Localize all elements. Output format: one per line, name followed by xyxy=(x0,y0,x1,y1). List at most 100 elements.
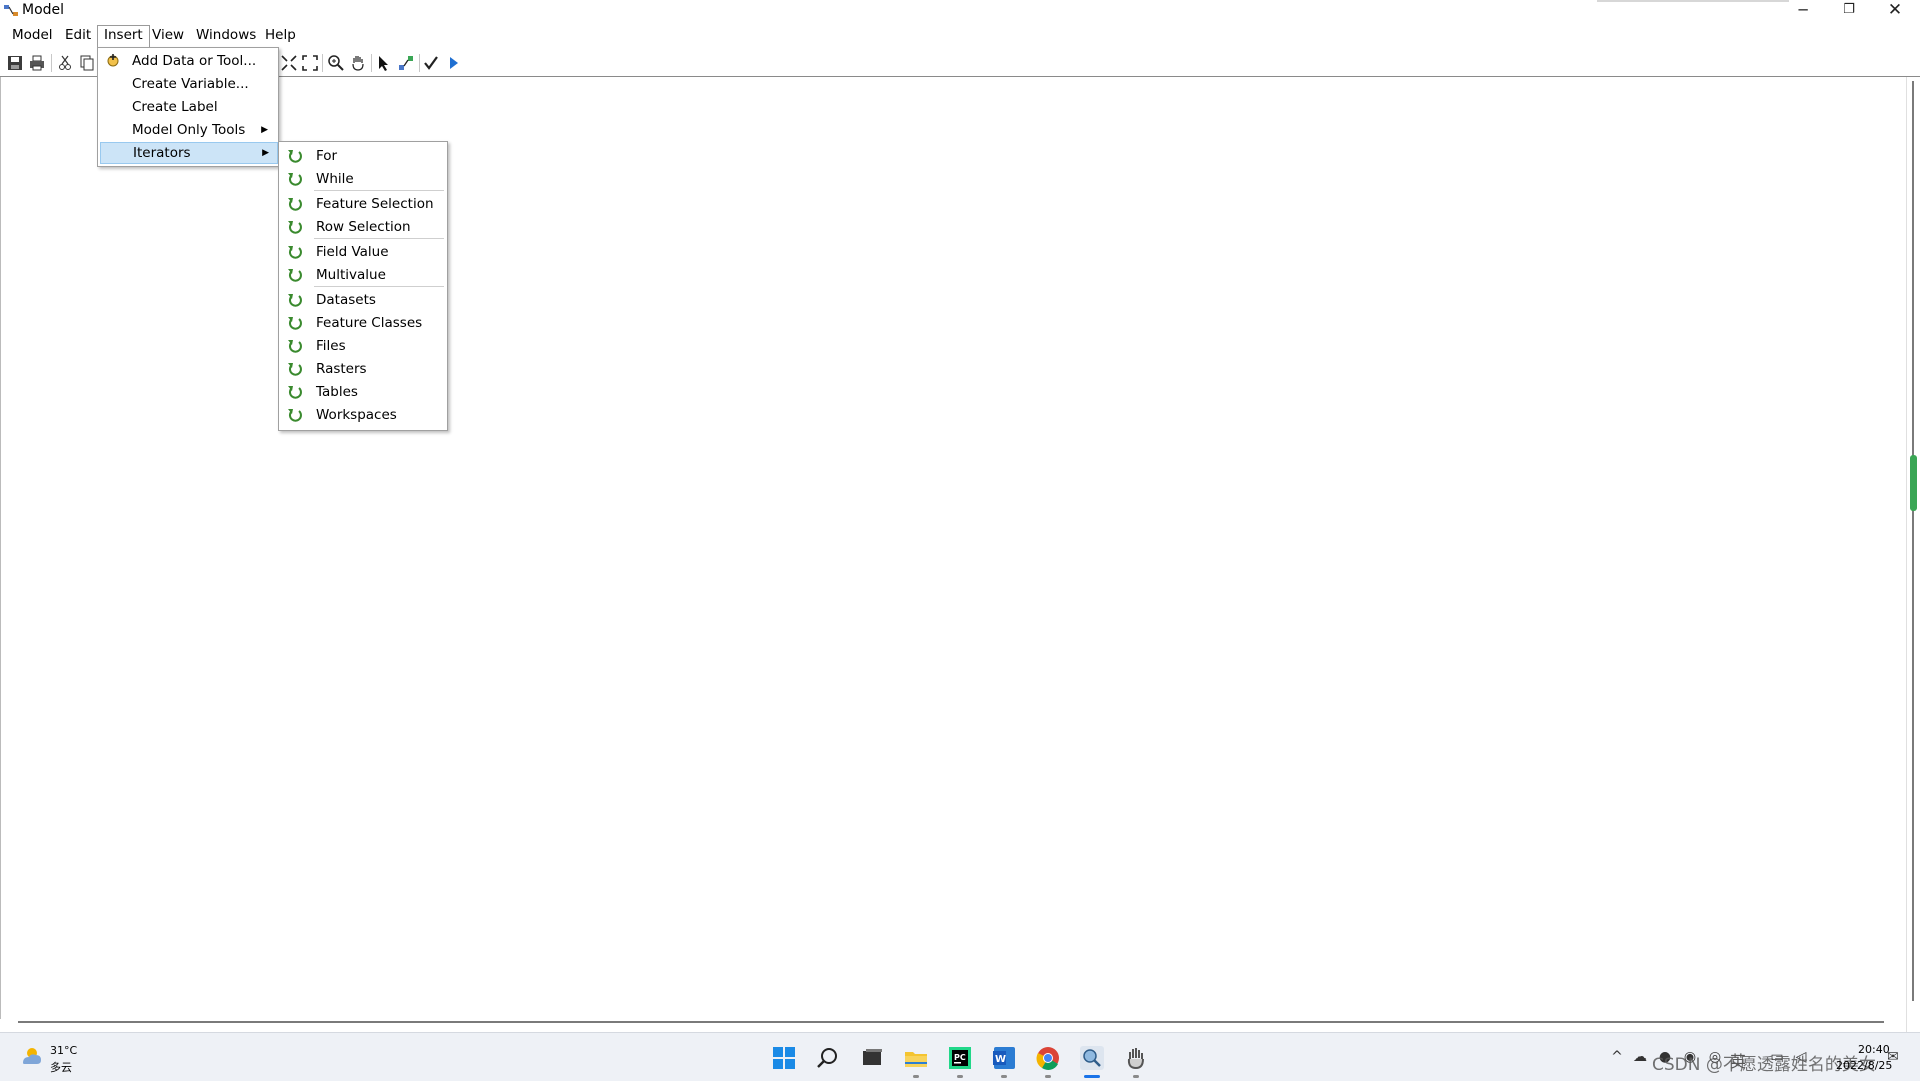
menu-separator xyxy=(314,238,444,239)
menu-item-label: Iterators xyxy=(133,145,191,161)
menu-item-add-data-or-tool[interactable]: Add Data or Tool... xyxy=(100,50,276,72)
iterator-loop-icon xyxy=(288,246,302,259)
menu-item-label: Create Label xyxy=(132,99,218,115)
menu-insert[interactable]: Insert xyxy=(97,25,150,48)
pan-hand-icon[interactable] xyxy=(348,53,368,73)
search-icon[interactable] xyxy=(814,1044,842,1072)
submenu-arrow-icon: ▶ xyxy=(262,148,269,158)
weather-condition: 多云 xyxy=(50,1061,72,1074)
iterator-loop-icon xyxy=(288,386,302,399)
menu-edit[interactable]: Edit xyxy=(59,25,97,46)
model-app-icon xyxy=(4,5,18,16)
menu-item-create-variable[interactable]: Create Variable... xyxy=(100,73,276,95)
iterator-item-files[interactable]: Files xyxy=(281,335,445,357)
title-bar-line xyxy=(1597,0,1789,2)
close-button[interactable]: ✕ xyxy=(1872,0,1918,22)
toolbar-separator xyxy=(322,54,323,72)
copy-icon[interactable] xyxy=(77,53,97,73)
iterator-item-feature-classes[interactable]: Feature Classes xyxy=(281,312,445,334)
menu-help[interactable]: Help xyxy=(259,25,302,46)
iterator-item-feature-selection[interactable]: Feature Selection xyxy=(281,193,445,215)
menu-separator xyxy=(314,286,444,287)
iterator-item-label: Feature Classes xyxy=(316,315,423,331)
onedrive-cloud-icon[interactable]: ☁ xyxy=(1631,1048,1649,1066)
connect-icon[interactable] xyxy=(396,53,416,73)
iterator-item-for[interactable]: For xyxy=(281,145,445,167)
weather-temperature: 31°C xyxy=(50,1044,78,1057)
arcgis-icon[interactable] xyxy=(1078,1044,1106,1072)
run-play-icon[interactable] xyxy=(443,53,463,73)
tray-overflow-chevron-icon[interactable]: ^ xyxy=(1608,1048,1626,1066)
toolbar-separator xyxy=(419,54,420,72)
iterator-item-label: Datasets xyxy=(316,292,376,308)
running-indicator xyxy=(957,1075,963,1078)
menu-windows[interactable]: Windows xyxy=(190,25,262,46)
iterator-loop-icon xyxy=(288,150,302,163)
iterator-item-workspaces[interactable]: Workspaces xyxy=(281,404,445,426)
scrollbar-track xyxy=(1912,81,1914,1001)
active-app-indicator xyxy=(1084,1075,1100,1078)
iterator-loop-icon xyxy=(288,173,302,186)
menu-item-label: Create Variable... xyxy=(132,76,249,92)
task-view-icon[interactable] xyxy=(858,1044,886,1072)
file-explorer-icon[interactable] xyxy=(902,1044,930,1072)
menu-separator xyxy=(314,190,444,191)
running-indicator xyxy=(1001,1075,1007,1078)
insert-menu-dropdown: Add Data or Tool... Create Variable... C… xyxy=(97,47,279,167)
iterator-loop-icon xyxy=(288,198,302,211)
cut-icon[interactable] xyxy=(55,53,75,73)
vertical-scrollbar[interactable] xyxy=(1906,77,1920,1032)
pycharm-icon[interactable]: PC xyxy=(946,1044,974,1072)
window-title: Model xyxy=(22,2,65,18)
horizontal-scrollbar[interactable] xyxy=(0,1019,1906,1032)
iterator-item-multivalue[interactable]: Multivalue xyxy=(281,264,445,286)
select-arrow-icon[interactable] xyxy=(374,53,394,73)
hand-tool-icon[interactable] xyxy=(1122,1044,1150,1072)
validate-check-icon[interactable] xyxy=(421,53,441,73)
menu-bar: Model Edit Insert View Windows Help xyxy=(0,24,1920,48)
zoom-in-icon[interactable] xyxy=(326,53,346,73)
submenu-arrow-icon: ▶ xyxy=(261,125,268,135)
notification-icon[interactable]: ✉ xyxy=(1884,1048,1902,1066)
menu-item-create-label[interactable]: Create Label xyxy=(100,96,276,118)
toolbar-separator xyxy=(371,54,372,72)
scrollbar-track xyxy=(18,1021,1884,1023)
chrome-icon[interactable] xyxy=(1034,1044,1062,1072)
iterator-loop-icon xyxy=(288,294,302,307)
iterator-loop-icon xyxy=(288,409,302,422)
iterator-item-while[interactable]: While xyxy=(281,168,445,190)
fit-screen-icon[interactable] xyxy=(300,53,320,73)
menu-item-model-only-tools[interactable]: Model Only Tools ▶ xyxy=(100,119,276,141)
restore-button[interactable]: ❐ xyxy=(1826,0,1872,22)
windows-start-icon[interactable] xyxy=(770,1044,798,1072)
toolbar xyxy=(0,50,1920,76)
iterator-item-label: Tables xyxy=(316,384,358,400)
full-extent-icon[interactable] xyxy=(279,53,299,73)
save-icon[interactable] xyxy=(5,53,25,73)
menu-view[interactable]: View xyxy=(146,25,190,46)
iterator-item-label: Files xyxy=(316,338,346,354)
iterator-loop-icon xyxy=(288,221,302,234)
print-icon[interactable] xyxy=(27,53,47,73)
minimize-button[interactable]: ─ xyxy=(1780,0,1826,22)
iterator-item-label: For xyxy=(316,148,338,164)
menu-item-label: Model Only Tools xyxy=(132,122,246,138)
word-icon[interactable]: W xyxy=(990,1044,1018,1072)
iterator-loop-icon xyxy=(288,363,302,376)
iterator-loop-icon xyxy=(288,269,302,282)
iterator-loop-icon xyxy=(288,317,302,330)
iterator-item-tables[interactable]: Tables xyxy=(281,381,445,403)
running-indicator xyxy=(1045,1075,1051,1078)
running-indicator xyxy=(913,1075,919,1078)
svg-text:PC: PC xyxy=(954,1053,966,1062)
iterator-item-rasters[interactable]: Rasters xyxy=(281,358,445,380)
menu-item-iterators[interactable]: Iterators ▶ xyxy=(100,142,278,164)
svg-text:W: W xyxy=(995,1054,1006,1065)
iterator-item-datasets[interactable]: Datasets xyxy=(281,289,445,311)
iterator-item-label: Feature Selection xyxy=(316,196,434,212)
iterator-item-row-selection[interactable]: Row Selection xyxy=(281,216,445,238)
running-indicator xyxy=(1133,1075,1139,1078)
scrollbar-thumb[interactable] xyxy=(1910,455,1917,511)
iterator-item-field-value[interactable]: Field Value xyxy=(281,241,445,263)
menu-model[interactable]: Model xyxy=(6,25,59,46)
